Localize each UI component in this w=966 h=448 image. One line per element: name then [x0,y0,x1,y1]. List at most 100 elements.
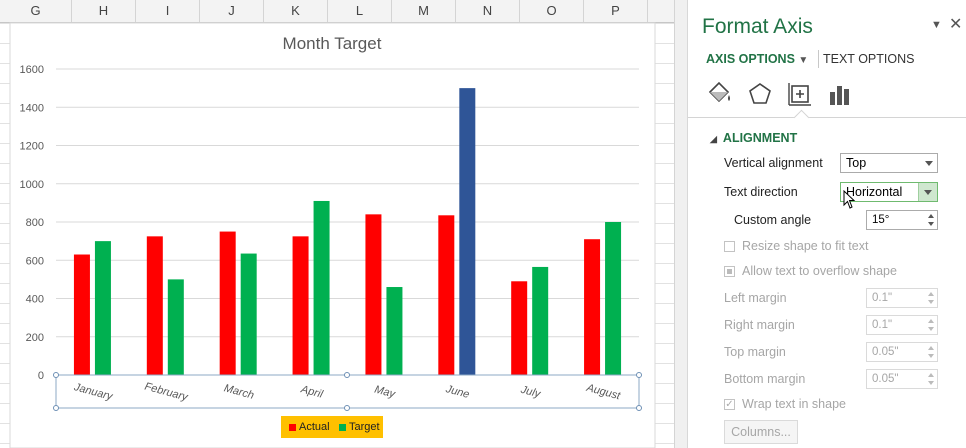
bar-target-april[interactable] [313,200,330,375]
tab-underline [688,117,966,118]
bar-actual-april[interactable] [292,236,309,375]
legend-swatch-target [339,423,346,431]
bar-actual-july[interactable] [511,281,528,375]
sheet-vertical-scrollbar[interactable] [674,0,687,448]
effects-icon[interactable] [746,80,774,108]
text-direction-dropdown-button[interactable] [918,183,937,201]
chevron-down-icon: ▼ [798,55,809,66]
chart-legend[interactable]: Actual Target [281,416,383,438]
y-tick-label: 1400 [20,102,44,114]
left-margin-spinner[interactable]: 0.1" [866,288,938,308]
mouse-cursor-icon [843,190,856,209]
vertical-alignment-label: Vertical alignment [724,156,823,170]
spin-down-icon[interactable] [928,327,934,331]
vertical-alignment-value: Top [846,156,867,170]
tab-divider [818,50,819,68]
y-tick-label: 400 [26,294,44,306]
right-margin-label: Right margin [724,318,795,332]
selection-handle [344,405,350,411]
spin-down-icon[interactable] [928,222,934,226]
allow-overflow-checkbox[interactable] [724,266,735,277]
chart-title[interactable]: Month Target [283,34,382,53]
section-alignment-label: ALIGNMENT [722,131,798,145]
format-axis-pane: Format Axis ▼ ✕ AXIS OPTIONS ▼ TEXT OPTI… [687,0,966,448]
selection-handle [636,405,642,411]
top-margin-label: Top margin [724,345,786,359]
spin-up-icon[interactable] [928,373,934,377]
spin-down-icon[interactable] [928,300,934,304]
bar-target-may[interactable] [386,287,403,375]
bar-target-august[interactable] [605,222,622,375]
spin-down-icon[interactable] [928,354,934,358]
y-tick-label: 200 [26,332,44,344]
bar-target-july[interactable] [532,266,549,375]
custom-angle-value: 15° [872,214,890,226]
top-margin-spinner[interactable]: 0.05" [866,342,938,362]
selected-category-pointer [793,109,810,126]
selection-handle [344,372,350,378]
legend-label-target: Target [349,421,380,433]
bar-actual-january[interactable] [73,254,90,375]
chevron-down-icon [925,161,933,166]
legend-item-actual: Actual [289,421,330,433]
bar-actual-march[interactable] [219,231,236,375]
selection-handle [636,372,642,378]
bottom-margin-label: Bottom margin [724,372,806,386]
text-direction-label: Text direction [724,185,798,199]
resize-shape-checkbox[interactable] [724,241,735,252]
bottom-margin-value: 0.05" [872,373,899,385]
y-tick-label: 800 [26,217,44,229]
bar-target-january[interactable] [94,241,111,375]
y-tick-label: 0 [38,370,44,382]
tab-axis-options[interactable]: AXIS OPTIONS ▼ [706,52,808,66]
spin-up-icon[interactable] [928,346,934,350]
bar-target-february[interactable] [167,279,184,375]
y-tick-label: 1600 [20,64,44,76]
selection-handle [53,405,59,411]
custom-angle-label: Custom angle [734,213,812,227]
bottom-margin-spinner[interactable]: 0.05" [866,369,938,389]
resize-shape-label: Resize shape to fit text [742,239,869,253]
y-tick-label: 1000 [20,179,44,191]
bar-actual-june[interactable] [438,215,455,375]
collapse-triangle-icon: ◢ [710,134,717,144]
section-alignment[interactable]: ◢ ALIGNMENT [710,131,797,145]
axis-options-icon[interactable] [826,80,854,108]
wrap-text-label: Wrap text in shape [742,397,846,411]
spin-up-icon[interactable] [928,292,934,296]
spin-up-icon[interactable] [928,319,934,323]
chevron-down-icon [924,190,932,195]
legend-item-target: Target [339,421,380,433]
bar-actual-february[interactable] [146,236,163,375]
bar-target-march[interactable] [240,253,257,375]
legend-swatch-actual [289,423,296,431]
left-margin-label: Left margin [724,291,787,305]
pane-options-chevron-icon[interactable]: ▼ [931,19,942,31]
custom-angle-spinner[interactable]: 15° [866,210,938,230]
bar-actual-august[interactable] [584,239,601,375]
allow-overflow-label: Allow text to overflow shape [742,264,897,278]
right-margin-value: 0.1" [872,319,893,331]
selection-handle [53,372,59,378]
close-icon[interactable]: ✕ [949,14,962,34]
spin-up-icon[interactable] [928,214,934,218]
bar-target-june[interactable] [459,88,476,375]
chart-area[interactable] [9,22,656,448]
columns-button[interactable]: Columns... [724,420,798,444]
top-margin-value: 0.05" [872,346,899,358]
tab-text-options[interactable]: TEXT OPTIONS [823,52,914,66]
y-tick-label: 600 [26,255,44,267]
pane-title: Format Axis [702,15,813,38]
bar-actual-may[interactable] [365,214,382,375]
size-properties-icon[interactable] [786,80,814,108]
wrap-text-checkbox[interactable]: ✓ [724,399,735,410]
tab-axis-options-label: AXIS OPTIONS [706,52,795,66]
vertical-alignment-dropdown[interactable]: Top [840,153,938,173]
month-target-chart[interactable]: Month Target 0 200 400 600 800 1000 1200 1400 16… [0,0,674,448]
y-tick-label: 1200 [20,141,44,153]
right-margin-spinner[interactable]: 0.1" [866,315,938,335]
fill-line-icon[interactable] [706,80,734,108]
legend-label-actual: Actual [299,421,330,433]
left-margin-value: 0.1" [872,292,893,304]
spin-down-icon[interactable] [928,381,934,385]
